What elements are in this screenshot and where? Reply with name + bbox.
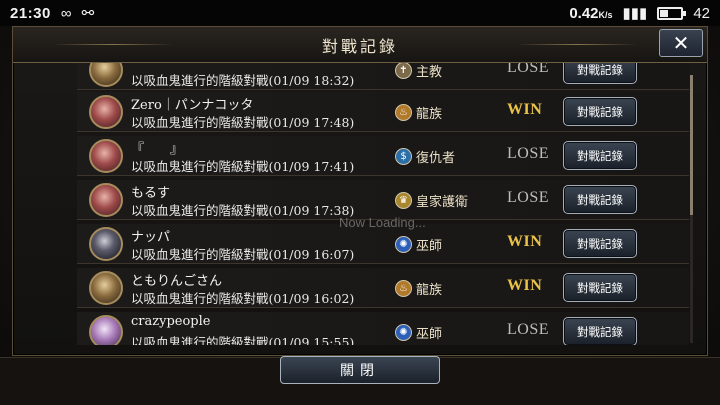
record-row: もるす以吸血鬼進行的階級對戰(01/09 17:38) ♛ 皇家護衛 LOSE 對戰記錄 <box>77 180 689 220</box>
battle-record-dialog: 對戰記錄 ✕ 以吸血鬼進行的階級對戰(01/09 18:32) ✝ 主教 LOSE 對戰… <box>12 26 708 356</box>
match-result: WIN <box>507 277 543 294</box>
match-description: 以吸血鬼進行的階級對戰(01/09 16:02) <box>131 291 355 306</box>
opponent-class: ♨ 龍族 <box>395 103 442 122</box>
match-result: LOSE <box>507 189 549 206</box>
battle-record-button[interactable]: 對戰記錄 <box>563 273 637 302</box>
witch-icon: ✺ <box>395 324 412 341</box>
battle-record-button[interactable]: 對戰記錄 <box>563 63 637 84</box>
class-name: 復仇者 <box>416 151 456 166</box>
class-name: 巫師 <box>416 239 443 254</box>
dialog-title: 對戰記錄 <box>321 36 398 56</box>
status-bar: 21:30 ∞ ⚯ 0.42K/s ▮▮▮ 42 <box>0 0 720 26</box>
signal-icon: ▮▮▮ <box>622 5 648 22</box>
class-name: 巫師 <box>416 327 443 342</box>
player-avatar <box>89 63 123 87</box>
record-row: ともりんごさん以吸血鬼進行的階級對戰(01/09 16:02) ♨ 龍族 WIN 對戰記… <box>77 268 689 308</box>
avenger-icon: $ <box>395 148 412 165</box>
battle-record-button[interactable]: 對戰記錄 <box>563 229 637 258</box>
header-ornament-right <box>517 44 637 45</box>
dragon-icon: ♨ <box>395 104 412 121</box>
opponent-name: Zero｜パンナコッタ <box>131 98 254 113</box>
royal-icon: ♛ <box>395 192 412 209</box>
player-avatar <box>89 227 123 261</box>
match-description: 以吸血鬼進行的階級對戰(01/09 16:07) <box>131 247 355 262</box>
match-description: 以吸血鬼進行的階級對戰(01/09 15:55) <box>131 335 355 345</box>
infinity-icon: ∞ <box>60 4 72 22</box>
match-description: 以吸血鬼進行的階級對戰(01/09 18:32) <box>131 73 355 88</box>
record-row: ナッパ以吸血鬼進行的階級對戰(01/09 16:07) ✺ 巫師 WIN 對戰記錄 <box>77 224 689 264</box>
header-ornament-left <box>53 44 173 45</box>
class-name: 龍族 <box>416 283 443 298</box>
opponent-name: 『 』 <box>131 142 184 157</box>
player-avatar <box>89 315 123 345</box>
class-name: 主教 <box>416 65 443 80</box>
match-result: LOSE <box>507 321 549 338</box>
opponent-class: $ 復仇者 <box>395 147 455 166</box>
close-button[interactable]: ✕ <box>659 29 703 57</box>
player-avatar <box>89 271 123 305</box>
record-row: 以吸血鬼進行的階級對戰(01/09 18:32) ✝ 主教 LOSE 對戰記錄 <box>77 63 689 90</box>
status-time: 21:30 <box>10 4 51 22</box>
opponent-class: ✝ 主教 <box>395 63 442 80</box>
player-avatar <box>89 183 123 217</box>
close-dialog-button[interactable]: 關閉 <box>280 356 440 384</box>
match-description: 以吸血鬼進行的階級對戰(01/09 17:41) <box>131 159 355 174</box>
match-result: WIN <box>507 101 543 118</box>
opponent-name: ナッパ <box>131 230 171 245</box>
player-avatar <box>89 95 123 129</box>
network-speed-value: 0.42 <box>569 4 599 22</box>
battle-record-button[interactable]: 對戰記錄 <box>563 317 637 345</box>
dialog-header: 對戰記錄 ✕ <box>13 27 707 63</box>
match-description: 以吸血鬼進行的階級對戰(01/09 17:48) <box>131 115 355 130</box>
scrollbar-thumb[interactable] <box>690 75 693 215</box>
battle-record-button[interactable]: 對戰記錄 <box>563 97 637 126</box>
close-icon: ✕ <box>672 31 690 55</box>
network-speed: 0.42K/s <box>569 5 612 22</box>
player-avatar <box>89 139 123 173</box>
opponent-name: ともりんごさん <box>131 274 223 289</box>
class-name: 龍族 <box>416 107 443 122</box>
match-description: 以吸血鬼進行的階級對戰(01/09 17:38) <box>131 203 355 218</box>
battery-fill <box>660 9 669 17</box>
witch-icon: ✺ <box>395 236 412 253</box>
battery-level: 42 <box>693 4 710 22</box>
battery-icon <box>657 6 687 20</box>
opponent-name: crazypeople <box>131 314 211 329</box>
match-result: LOSE <box>507 63 549 76</box>
record-row: 『 』以吸血鬼進行的階級對戰(01/09 17:41) $ 復仇者 LOSE 對戰記錄 <box>77 136 689 176</box>
record-list[interactable]: 以吸血鬼進行的階級對戰(01/09 18:32) ✝ 主教 LOSE 對戰記錄 Zero｜… <box>77 63 689 345</box>
network-speed-unit: K/s <box>598 9 613 20</box>
scrollbar[interactable] <box>690 75 693 343</box>
opponent-class: ✺ 巫師 <box>395 323 442 342</box>
battle-record-button[interactable]: 對戰記錄 <box>563 185 637 214</box>
opponent-class: ♛ 皇家護衛 <box>395 191 468 210</box>
opponent-name: もるす <box>131 186 171 201</box>
loading-text: Now Loading... <box>339 215 426 230</box>
record-row: crazypeople 以吸血鬼進行的階級對戰(01/09 15:55) ✺ 巫師 LO… <box>77 312 689 345</box>
record-row: Zero｜パンナコッタ以吸血鬼進行的階級對戰(01/09 17:48) ♨ 龍族 WI… <box>77 92 689 132</box>
battle-record-button[interactable]: 對戰記錄 <box>563 141 637 170</box>
link-icon: ⚯ <box>81 5 95 22</box>
match-result: WIN <box>507 233 543 250</box>
class-name: 皇家護衛 <box>416 195 469 210</box>
opponent-class: ✺ 巫師 <box>395 235 442 254</box>
dragon-icon: ♨ <box>395 280 412 297</box>
opponent-class: ♨ 龍族 <box>395 279 442 298</box>
bishop-icon: ✝ <box>395 63 412 79</box>
match-result: LOSE <box>507 145 549 162</box>
